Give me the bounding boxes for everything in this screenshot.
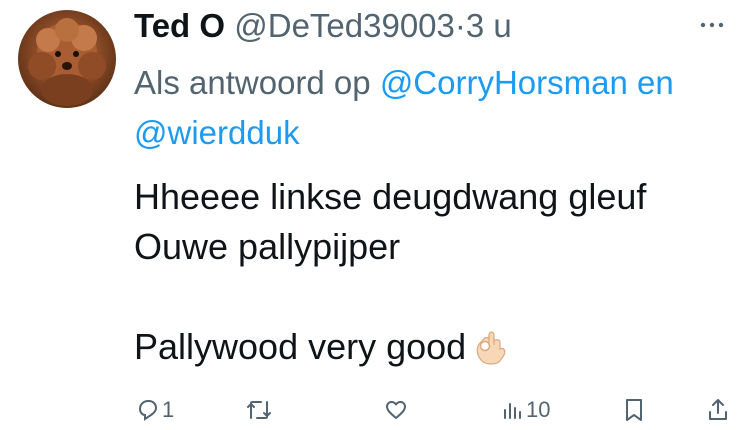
reply-mention-2[interactable]: @wierdduk (134, 114, 300, 151)
tweet-line-2: Ouwe pallypijper (134, 226, 401, 267)
share-button[interactable] (704, 392, 730, 428)
tweet-line-3: Pallywood very good (134, 326, 467, 367)
reply-count: 1 (162, 397, 175, 422)
avatar[interactable] (18, 10, 116, 108)
bookmark-button[interactable] (620, 392, 646, 428)
heart-icon (384, 398, 408, 422)
reply-context: Als antwoord op @CorryHorsman en @wierdd… (134, 58, 734, 158)
reply-prefix: Als antwoord op (134, 64, 371, 101)
timestamp[interactable]: 3 u (466, 7, 512, 44)
reply-button[interactable]: 1 (134, 392, 174, 428)
retweet-button[interactable] (244, 392, 274, 428)
bookmark-icon (622, 397, 646, 423)
retweet-icon (246, 398, 272, 422)
tweet-header: Ted O @DeTed39003·3 u (134, 4, 512, 48)
ok-hand-emoji-icon (474, 327, 508, 378)
tweet-actions: 1 10 (134, 392, 734, 428)
views-count: 10 (526, 397, 551, 422)
like-button[interactable] (382, 392, 410, 428)
tweet-line-1: Hheeee linkse deugdwang gleuf (134, 176, 647, 217)
author-name[interactable]: Ted O (134, 7, 225, 44)
author-handle[interactable]: @DeTed39003 (234, 7, 455, 44)
tweet-text: Hheeee linkse deugdwang gleuf Ouwe pally… (134, 172, 734, 378)
reply-joiner: en (637, 64, 674, 101)
views-button[interactable]: 10 (498, 392, 550, 428)
more-options-icon[interactable] (692, 10, 732, 40)
reply-icon (136, 398, 160, 422)
analytics-icon (500, 398, 524, 422)
separator-dot: · (454, 7, 466, 44)
reply-mention-1[interactable]: @CorryHorsman (380, 64, 628, 101)
share-icon (706, 397, 730, 423)
